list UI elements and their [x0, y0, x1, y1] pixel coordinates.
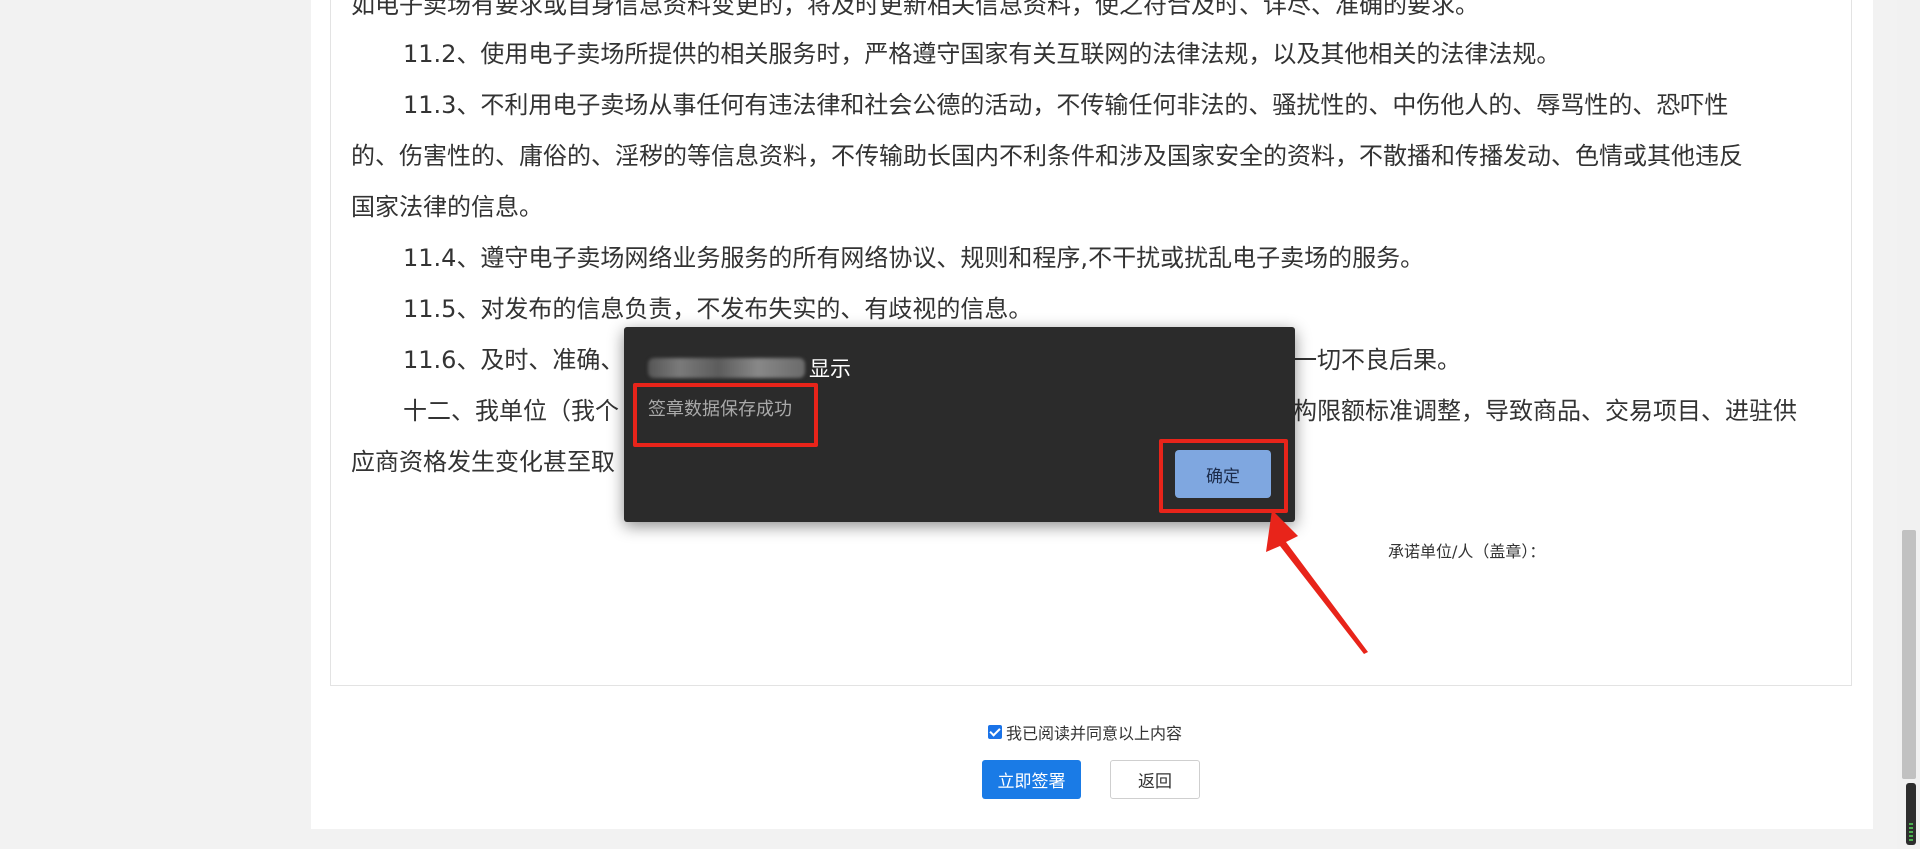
pledge-label: 承诺单位/人（盖章）：: [1388, 542, 1546, 561]
cursor-icon: [1906, 783, 1916, 845]
doc-line: 11.4、遵守电子卖场网络业务服务的所有网络协议、规则和程序,不干扰或扰乱电子卖…: [403, 244, 1425, 272]
doc-line: 11.5、对发布的信息负责，不发布失实的、有歧视的信息。: [403, 295, 1033, 323]
doc-line: 一切不良后果。: [1293, 346, 1461, 374]
dialog-title-suffix: 显示: [809, 357, 851, 381]
dialog-title: 显示: [648, 353, 851, 383]
doc-line: 十二、我单位（我个: [403, 397, 619, 425]
doc-line: 11.6、及时、准确、: [403, 346, 625, 374]
doc-line: 国家法律的信息。: [351, 193, 543, 221]
doc-line: 如电子卖场有要求或自身信息资料变更的，将及时更新相关信息资料，使之符合及时、详尽…: [351, 0, 1479, 19]
annotation-arrow-icon: [1266, 510, 1368, 654]
doc-line: 的、伤害性的、庸俗的、淫秽的等信息资料，不传输助长国内不利条件和涉及国家安全的资…: [351, 142, 1743, 170]
doc-line: 构限额标准调整，导致商品、交易项目、进驻供: [1293, 397, 1797, 425]
agree-row[interactable]: 我已阅读并同意以上内容: [988, 721, 1182, 743]
doc-line: 应商资格发生变化甚至取: [351, 448, 615, 476]
annotation-message-highlight: [633, 383, 818, 447]
scrollbar-thumb[interactable]: [1902, 530, 1916, 779]
agree-label[interactable]: 我已阅读并同意以上内容: [1006, 720, 1182, 744]
agree-checkbox[interactable]: [988, 725, 1002, 739]
doc-line: 11.2、使用电子卖场所提供的相关服务时，严格遵守国家有关互联网的法律法规，以及…: [403, 40, 1561, 68]
dialog-origin-redacted: [648, 358, 805, 378]
annotation-ok-highlight: [1159, 439, 1288, 513]
back-button[interactable]: 返回: [1110, 760, 1200, 799]
doc-line: 11.3、不利用电子卖场从事任何有违法律和社会公德的活动，不传输任何非法的、骚扰…: [403, 91, 1729, 119]
sign-now-button[interactable]: 立即签署: [982, 760, 1081, 799]
